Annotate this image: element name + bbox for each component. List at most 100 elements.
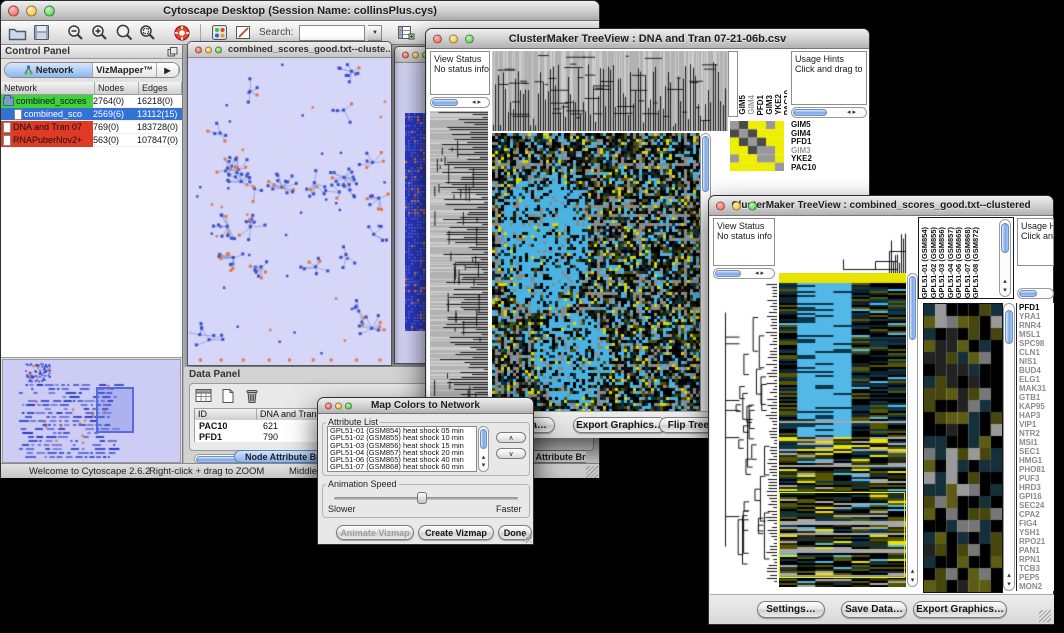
zoom-button[interactable] — [215, 46, 222, 53]
resize-grip[interactable] — [1039, 610, 1051, 622]
float-panel-icon[interactable] — [167, 47, 178, 57]
vizmap-grid-icon[interactable] — [209, 23, 230, 43]
column-label[interactable]: GPL51-01 (GSM854) — [921, 227, 929, 298]
tab-network[interactable]: Network — [5, 63, 93, 77]
network-list-row[interactable]: DNA and Tran 07 769(0) 183728(0) — [1, 121, 182, 134]
resize-grip[interactable] — [586, 466, 598, 478]
heatmap-vscrollbar[interactable]: ▴ ▾ — [907, 273, 918, 587]
network-1-titlebar[interactable]: combined_scores_good.txt--cluste... — [188, 42, 391, 58]
minimize-button[interactable] — [412, 51, 419, 58]
column-label[interactable]: GPL51-06 (GSM865) — [955, 227, 963, 298]
dialog-button[interactable]: Create Vizmap — [418, 525, 494, 540]
dialog-button[interactable]: Animate Vizmap — [336, 525, 414, 540]
scroll-down-arrow[interactable]: ▾ — [1004, 581, 1014, 589]
close-button[interactable] — [195, 46, 202, 53]
scrollbar-thumb[interactable] — [432, 99, 458, 106]
minimize-button[interactable] — [449, 34, 458, 43]
scroll-left-arrow[interactable]: ◂ — [755, 270, 759, 277]
scrollbar-thumb[interactable] — [1019, 290, 1037, 297]
scrollbar-thumb[interactable] — [480, 429, 487, 449]
scrollbar-thumb[interactable] — [1005, 310, 1013, 344]
scrollbar-thumb[interactable] — [715, 270, 741, 277]
tab-vizmapper[interactable]: VizMapper™ — [93, 63, 157, 77]
zoom-button[interactable] — [345, 402, 352, 409]
minimize-button[interactable] — [335, 402, 342, 409]
gene-label[interactable]: CLN1 — [1019, 348, 1054, 357]
column-label[interactable]: GPL51-07 (GSM868) — [964, 227, 972, 298]
network-1-canvas[interactable] — [189, 58, 390, 365]
scrollbar-thumb[interactable] — [793, 109, 827, 116]
zoom-selected-icon[interactable] — [137, 23, 158, 43]
scroll-right-arrow[interactable]: ▸ — [478, 99, 482, 106]
labels-vscrollbar[interactable]: ▴ ▾ — [999, 219, 1011, 297]
treeview1-titlebar[interactable]: ClusterMaker TreeView : DNA and Tran 07-… — [426, 29, 869, 49]
gene-label[interactable]: KAP95 — [1019, 402, 1054, 411]
gene-label[interactable]: NIS1 — [1019, 357, 1054, 366]
row-dendrogram[interactable] — [713, 282, 777, 586]
column-label[interactable]: PFD1 — [757, 95, 765, 115]
gene-label[interactable]: PUF3 — [1019, 474, 1054, 483]
close-button[interactable] — [8, 5, 19, 16]
tab-overflow-arrow[interactable]: ▶ — [157, 63, 179, 77]
heatmap-canvas[interactable] — [779, 273, 906, 587]
resize-grip[interactable] — [523, 534, 532, 543]
scrollbar-thumb[interactable] — [1001, 223, 1009, 253]
save-session-icon[interactable] — [31, 23, 52, 43]
treeview-button[interactable]: Export Graphics… — [913, 601, 1007, 618]
gene-label[interactable]: RNR4 — [1019, 321, 1054, 330]
close-button[interactable] — [433, 34, 442, 43]
scroll-up-arrow[interactable]: ▴ — [479, 454, 488, 462]
gene-label[interactable]: YSH1 — [1019, 528, 1054, 537]
gene-label[interactable]: HRD3 — [1019, 483, 1054, 492]
row-label[interactable]: PAC10 — [791, 164, 867, 173]
annotation-icon[interactable] — [233, 23, 254, 43]
speed-slider-thumb[interactable] — [417, 492, 427, 504]
view-status-hscrollbar[interactable]: ◂ ▸ — [713, 268, 775, 279]
new-attribute-icon[interactable] — [218, 387, 238, 405]
zoom-heatmap-canvas[interactable] — [923, 303, 1003, 593]
gene-label[interactable]: SEC1 — [1019, 447, 1054, 456]
scroll-down-arrow[interactable]: ▾ — [908, 577, 917, 585]
scroll-up-arrow[interactable]: ▴ — [1004, 572, 1014, 580]
column-label[interactable]: YKE2 — [775, 94, 783, 115]
gene-list-vscrollbar[interactable]: ▴ ▾ — [1003, 303, 1015, 591]
gene-label[interactable]: PEP5 — [1019, 573, 1054, 582]
search-input[interactable] — [299, 25, 365, 41]
close-button[interactable] — [402, 51, 409, 58]
gene-label[interactable]: SPC98 — [1019, 339, 1054, 348]
network-list-row[interactable]: combined_scores 2764(0) 16218(0) — [1, 95, 182, 108]
minimize-button[interactable] — [732, 201, 741, 210]
birdseye-canvas[interactable] — [3, 360, 180, 462]
search-dropdown-button[interactable]: ▼ — [368, 25, 382, 41]
gene-label[interactable]: PHO81 — [1019, 465, 1054, 474]
gene-label[interactable]: MAK31 — [1019, 384, 1054, 393]
select-attributes-icon[interactable] — [194, 387, 214, 405]
gene-label[interactable]: MSI1 — [1019, 438, 1054, 447]
column-label[interactable]: GPL51-03 (GSM856) — [938, 227, 946, 298]
scroll-left-arrow[interactable]: ◂ — [847, 109, 851, 116]
scroll-up-arrow[interactable]: ▴ — [908, 568, 917, 576]
gene-label[interactable]: ELG1 — [1019, 375, 1054, 384]
column-label[interactable]: GIM4 — [748, 95, 756, 115]
gene-label[interactable]: CPA2 — [1019, 510, 1054, 519]
minimize-button[interactable] — [26, 5, 37, 16]
network-list-row[interactable]: combined_sco 2569(6) 13112(15) — [1, 108, 182, 121]
main-titlebar[interactable]: Cytoscape Desktop (Session Name: collins… — [1, 1, 599, 21]
scrollbar-thumb[interactable] — [909, 276, 916, 340]
scroll-down-arrow[interactable]: ▾ — [1000, 287, 1010, 295]
gene-label[interactable]: NTR2 — [1019, 429, 1054, 438]
scroll-right-arrow[interactable]: ▸ — [761, 270, 765, 277]
treeview-button[interactable]: Export Graphics… — [573, 417, 667, 433]
attribute-batch-icon[interactable] — [395, 23, 416, 43]
treeview-button[interactable]: Save Data… — [841, 601, 907, 618]
gene-label[interactable]: FIG4 — [1019, 519, 1054, 528]
gene-label[interactable]: GTB1 — [1019, 393, 1054, 402]
row-dendrogram[interactable] — [430, 111, 488, 433]
network-list-row[interactable]: RNAPuberNov2+ 563(0) 107847(0) — [1, 134, 182, 147]
view-status-hscrollbar[interactable]: ◂ ▸ — [430, 97, 490, 108]
gene-label[interactable]: YRA1 — [1019, 312, 1054, 321]
attribute-list-vscrollbar[interactable]: ▴ ▾ — [478, 426, 489, 472]
column-label[interactable]: GPL51-02 (GSM855) — [930, 227, 938, 298]
gene-label[interactable]: HMG1 — [1019, 456, 1054, 465]
zoom-button[interactable] — [465, 34, 474, 43]
